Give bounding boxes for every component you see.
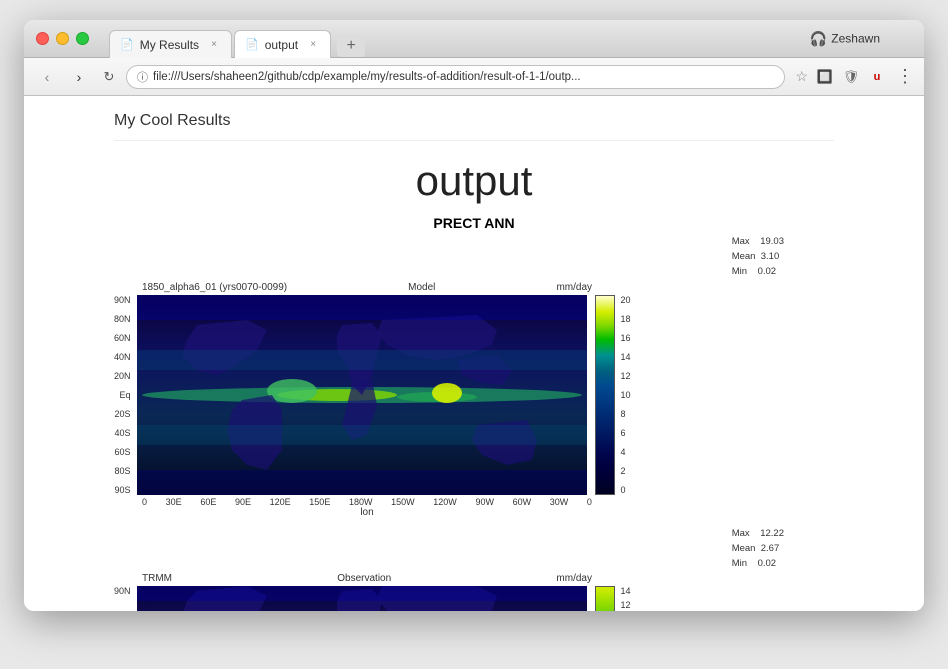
chart1-xaxis: 030E60E90E120E 150E180W150W120W90W 60W30…	[142, 497, 592, 507]
minimize-button[interactable]	[56, 32, 69, 45]
address-text: file:///Users/shaheen2/github/cdp/exampl…	[153, 71, 581, 83]
toolbar-icons: 🔲 🛡 u	[814, 66, 888, 88]
user-icon: 🎧	[810, 30, 827, 47]
chart1-left-label: 1850_alpha6_01 (yrs0070-0099)	[142, 282, 287, 293]
page-content: My Cool Results output PRECT ANN Max 19.…	[114, 112, 834, 611]
traffic-lights	[36, 32, 89, 45]
user-badge: 🎧 Zeshawn	[810, 30, 880, 47]
lock-icon: ⓘ	[137, 69, 148, 85]
chart2-left-label: TRMM	[142, 573, 172, 584]
chart2-center-label: Observation	[337, 573, 391, 584]
tab-my-results[interactable]: 📄 My Results ×	[109, 30, 232, 58]
tab-output-file-icon: 📄	[245, 38, 259, 51]
tab-my-results-close[interactable]: ×	[207, 38, 221, 52]
forward-button[interactable]: ›	[66, 66, 92, 88]
tab-bar: 📄 My Results × 📄 output × +	[109, 20, 365, 57]
output-heading: output	[114, 157, 834, 205]
chart2-colorbar	[595, 586, 615, 611]
chart1-yaxis: 90N80N60N40N20N Eq20S40S60S80S90S	[114, 295, 133, 495]
chart2-min-label: Min	[732, 558, 747, 569]
chart1-colorbar-labels: 2018161412 1086420	[619, 295, 631, 495]
tab-output-close[interactable]: ×	[306, 38, 320, 52]
chart1-colorbar	[595, 295, 615, 495]
tab-output[interactable]: 📄 output ×	[234, 30, 331, 58]
chart1-right-label: mm/day	[556, 282, 592, 293]
chart2-mean-label: Mean	[732, 543, 756, 554]
chart2-min-value: 0.02	[758, 558, 777, 569]
chart2-map-wrapper: 90N80N60N40N	[114, 586, 834, 611]
chart1-stats-top: Max 19.03 Mean 3.10 Min 0.02	[732, 234, 784, 280]
chart1-mean-value: 3.10	[761, 251, 780, 262]
chart2-subtitle: TRMM Observation mm/day	[142, 573, 592, 584]
chart1-center-label: Model	[408, 282, 435, 293]
bookmark-star-button[interactable]: ☆	[795, 68, 808, 85]
chart2-colorbar-wrapper	[595, 586, 615, 611]
chart1-mean-label: Mean	[732, 251, 756, 262]
ublock-icon[interactable]: u	[866, 66, 888, 88]
chart2-stats: Max 12.22 Mean 2.67 Min 0.02	[732, 526, 784, 572]
chart1-title: PRECT ANN	[114, 215, 834, 231]
shield-icon[interactable]: 🛡	[840, 66, 862, 88]
menu-button[interactable]: ⋮	[896, 66, 914, 87]
chart1-xaxis-label: lon	[142, 507, 592, 518]
refresh-button[interactable]: ↻	[98, 66, 120, 88]
chart1-max-label: Max	[732, 236, 750, 247]
chart1-colorbar-wrapper	[595, 295, 615, 495]
user-name: Zeshawn	[831, 32, 880, 46]
content-area[interactable]: My Cool Results output PRECT ANN Max 19.…	[24, 96, 924, 611]
tab-my-results-label: My Results	[140, 38, 199, 52]
maximize-button[interactable]	[76, 32, 89, 45]
tab-output-label: output	[265, 38, 298, 52]
chart1-subtitle: 1850_alpha6_01 (yrs0070-0099) Model mm/d…	[142, 282, 592, 293]
chart1-container: PRECT ANN Max 19.03 Mean 3.10 Min 0.02 1…	[114, 215, 834, 518]
chart2-max-label: Max	[732, 528, 750, 539]
chart2-yaxis: 90N80N60N40N	[114, 586, 133, 611]
back-button[interactable]: ‹	[34, 66, 60, 88]
new-tab-button[interactable]: +	[337, 35, 365, 57]
chart1-map-wrapper: 90N80N60N40N20N Eq20S40S60S80S90S	[114, 295, 834, 495]
chart1-max-value: 19.03	[760, 236, 784, 247]
chart2-right-label: mm/day	[556, 573, 592, 584]
chart1-min-label: Min	[732, 266, 747, 277]
titlebar: 📄 My Results × 📄 output × + 🎧 Zeshawn	[24, 20, 924, 58]
chart2-max-value: 12.22	[760, 528, 784, 539]
chart2-container: Max 12.22 Mean 2.67 Min 0.02 TRMM Observ…	[114, 526, 834, 611]
chart2-colorbar-labels: 1412	[619, 586, 631, 611]
chart1-min-value: 0.02	[758, 266, 777, 277]
browser-toolbar: ‹ › ↻ ⓘ file:///Users/shaheen2/github/cd…	[24, 58, 924, 96]
extensions-icon[interactable]: 🔲	[814, 66, 836, 88]
page-title: My Cool Results	[114, 112, 834, 141]
address-bar[interactable]: ⓘ file:///Users/shaheen2/github/cdp/exam…	[126, 65, 785, 89]
tab-file-icon: 📄	[120, 38, 134, 51]
browser-window: 📄 My Results × 📄 output × + 🎧 Zeshawn ‹ …	[24, 20, 924, 611]
chart2-map	[137, 586, 587, 611]
close-button[interactable]	[36, 32, 49, 45]
chart2-mean-value: 2.67	[761, 543, 780, 554]
chart1-map	[137, 295, 587, 495]
